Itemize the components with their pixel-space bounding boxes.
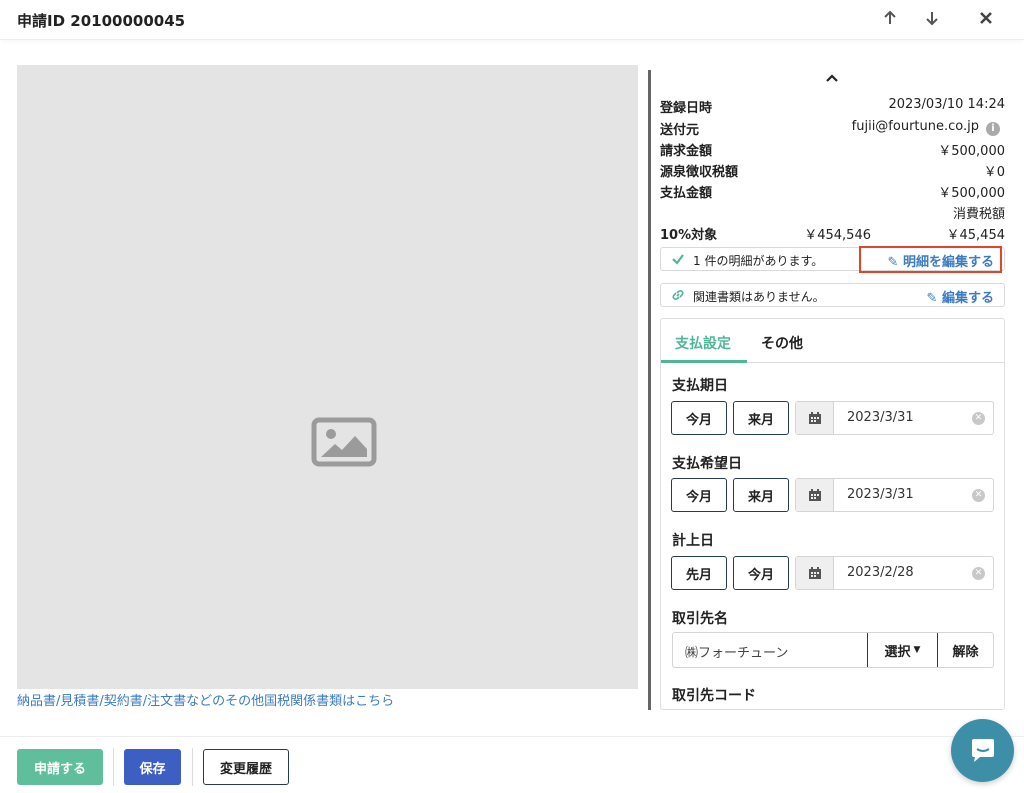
footer-divider [192, 748, 193, 786]
invoice-amount-row: 請求金額 ￥500,000 [660, 140, 1005, 160]
registered-value: 2023/03/10 14:24 [888, 97, 1005, 112]
clear-icon[interactable]: ✕ [972, 489, 985, 502]
footer-divider [113, 748, 114, 786]
other-documents-link[interactable]: 納品書/見積書/契約書/注文書などのその他国税関係書類はこちら [17, 690, 394, 709]
desired-this-month-button[interactable]: 今月 [671, 478, 727, 512]
modal-header: 申請ID 20100000045 [0, 0, 1024, 40]
due-next-month-button[interactable]: 来月 [733, 401, 789, 435]
desired-date-label: 支払希望日 [672, 456, 742, 472]
invoice-amount-label: 請求金額 [660, 144, 713, 159]
desired-date-value: 2023/3/31 [847, 487, 914, 502]
vendor-field: ㈱フォーチューン 選択 ▼ 解除 [672, 632, 994, 668]
withholding-label: 源泉徴収税額 [660, 165, 739, 180]
edit-related-docs-button[interactable]: ✎ 編集する [927, 287, 994, 306]
tab-payment-settings[interactable]: 支払設定 [675, 333, 731, 353]
highlight-frame [859, 246, 1002, 273]
booking-last-month-button[interactable]: 先月 [671, 556, 727, 590]
withholding-row: 源泉徴収税額 ￥0 [660, 161, 1005, 181]
tax-rate-label: 10%対象 [660, 228, 718, 243]
calendar-icon[interactable] [796, 479, 834, 511]
image-icon [311, 417, 377, 467]
tax-header: 消費税額 [952, 207, 1005, 222]
tax-header-row: 消費税額 [660, 203, 1005, 223]
document-preview [17, 65, 638, 689]
edit-related-docs-label: 編集する [941, 291, 994, 306]
calendar-icon[interactable] [796, 402, 834, 434]
active-tab-indicator [661, 360, 747, 363]
sender-value: fujii@fourtune.co.jp [851, 119, 979, 134]
line-items-text: 1 件の明細があります。 [693, 254, 824, 268]
edit-icon: ✎ [926, 291, 938, 306]
payment-amount-value: ￥500,000 [938, 186, 1005, 201]
vendor-code-label: 取引先コード [672, 688, 756, 704]
tab-other[interactable]: その他 [761, 333, 803, 353]
tax-rate-tax: ￥45,454 [946, 228, 1006, 243]
link-icon [672, 290, 684, 300]
resize-handle[interactable] [648, 70, 651, 710]
desired-next-month-button[interactable]: 来月 [733, 478, 789, 512]
vendor-select-label: 選択 [884, 644, 911, 660]
chat-support-button[interactable] [951, 719, 1014, 782]
payment-amount-row: 支払金額 ￥500,000 [660, 182, 1005, 202]
vendor-clear-button[interactable]: 解除 [938, 633, 993, 667]
tax-rate-base: ￥454,546 [804, 228, 871, 243]
booking-date-input[interactable]: 2023/2/28 ✕ [795, 556, 994, 590]
chat-icon [971, 738, 994, 762]
clear-icon[interactable]: ✕ [972, 567, 985, 580]
chevron-up-icon[interactable] [824, 70, 840, 86]
caret-down-icon: ▼ [913, 645, 921, 655]
due-date-value: 2023/3/31 [847, 410, 914, 425]
tab-bar: 支払設定 その他 [661, 319, 1004, 363]
check-icon [672, 254, 684, 265]
withholding-value: ￥0 [983, 165, 1005, 180]
booking-date-label: 計上日 [672, 533, 714, 549]
payment-amount-label: 支払金額 [660, 186, 713, 201]
sender-label: 送付元 [660, 123, 700, 138]
close-icon[interactable] [974, 6, 998, 30]
registered-label: 登録日時 [660, 101, 713, 116]
calendar-icon[interactable] [796, 557, 834, 589]
info-icon[interactable]: i [986, 122, 1000, 136]
save-button[interactable]: 保存 [124, 749, 181, 785]
due-date-label: 支払期日 [672, 378, 728, 394]
vendor-value: ㈱フォーチューン [685, 646, 789, 661]
page-title: 申請ID 20100000045 [17, 12, 186, 30]
submit-button[interactable]: 申請する [17, 749, 103, 785]
tax-rate-row: 10%対象 ￥454,546 ￥45,454 [660, 224, 1005, 244]
invoice-amount-value: ￥500,000 [938, 144, 1005, 159]
registered-row: 登録日時 2023/03/10 14:24 [660, 97, 1005, 117]
sender-row: 送付元 fujii@fourtune.co.jp i [660, 119, 1005, 139]
arrow-up-icon[interactable] [878, 6, 902, 30]
booking-date-value: 2023/2/28 [847, 565, 914, 580]
related-docs-box: 関連書類はありません。 ✎ 編集する [660, 283, 1005, 307]
arrow-down-icon[interactable] [920, 6, 944, 30]
vendor-select-button[interactable]: 選択 ▼ [867, 633, 938, 667]
desired-date-input[interactable]: 2023/3/31 ✕ [795, 478, 994, 512]
due-this-month-button[interactable]: 今月 [671, 401, 727, 435]
related-docs-text: 関連書類はありません。 [693, 290, 825, 304]
vendor-label: 取引先名 [672, 611, 728, 627]
clear-icon[interactable]: ✕ [972, 412, 985, 425]
change-history-button[interactable]: 変更履歴 [203, 749, 289, 785]
booking-this-month-button[interactable]: 今月 [733, 556, 789, 590]
due-date-input[interactable]: 2023/3/31 ✕ [795, 401, 994, 435]
